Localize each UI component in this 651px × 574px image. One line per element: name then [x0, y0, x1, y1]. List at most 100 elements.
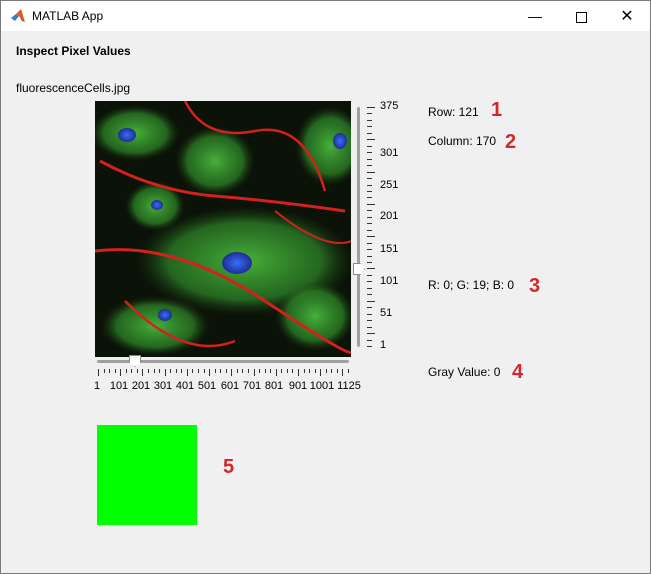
column-slider-minor-tick	[131, 369, 132, 373]
annotation-marker-3: 3	[529, 275, 541, 297]
row-slider-tick-label: 301	[380, 147, 399, 159]
column-slider-minor-tick	[342, 369, 343, 376]
row-slider-minor-tick	[367, 346, 372, 347]
row-slider-thumb[interactable]	[353, 263, 365, 275]
column-slider-minor-tick	[159, 369, 160, 373]
annotation-marker-5: 5	[223, 456, 235, 478]
column-slider-minor-tick	[237, 369, 238, 373]
row-slider-minor-tick	[367, 288, 372, 289]
column-slider-tick-label: 1125	[337, 380, 361, 392]
column-slider-minor-tick	[115, 369, 116, 373]
column-slider-minor-tick	[254, 369, 255, 376]
matlab-logo-icon	[11, 9, 25, 22]
row-slider-tick-label: 251	[380, 179, 399, 191]
row-slider-tick-label: 151	[380, 243, 399, 255]
row-slider-minor-tick	[367, 139, 375, 140]
column-slider-minor-tick	[287, 369, 288, 373]
column-slider-minor-tick	[209, 369, 210, 376]
row-slider-minor-tick	[367, 107, 375, 108]
column-slider-minor-tick	[309, 369, 310, 373]
row-slider-minor-tick	[367, 204, 375, 205]
column-slider-minor-tick	[192, 369, 193, 373]
column-slider-tick-label: 1001	[309, 380, 335, 392]
fluorescence-image[interactable]	[95, 101, 351, 357]
row-slider-minor-tick	[367, 314, 372, 315]
column-slider-minor-tick	[270, 369, 271, 373]
column-slider-minor-tick	[226, 369, 227, 373]
column-slider-minor-tick	[204, 369, 205, 373]
column-slider-minor-tick	[120, 369, 121, 376]
column-readout: Column: 170	[428, 134, 497, 148]
column-slider-tick-label: 701	[242, 380, 262, 392]
column-slider-tick-label: 601	[220, 380, 240, 392]
column-slider-minor-tick	[187, 369, 188, 376]
row-slider-minor-tick	[367, 333, 375, 334]
rgb-readout: R: 0; G: 19; B: 0	[428, 278, 515, 292]
row-slider-track[interactable]	[357, 107, 360, 347]
row-slider-tick-label: 1	[380, 339, 387, 351]
annotation-marker-1: 1	[491, 99, 503, 121]
column-slider-tick-label: 401	[175, 380, 195, 392]
minimize-button[interactable]: —	[512, 1, 558, 31]
column-slider-minor-tick	[281, 369, 282, 373]
column-slider-minor-tick	[170, 369, 171, 373]
row-slider-minor-tick	[367, 146, 372, 147]
image-filename: fluorescenceCells.jpg	[16, 81, 131, 95]
row-slider-minor-tick	[367, 230, 372, 231]
row-slider-minor-tick	[367, 113, 372, 114]
row-slider-tick-label: 51	[380, 307, 393, 319]
column-slider-thumb[interactable]	[129, 355, 141, 367]
column-slider-minor-tick	[259, 369, 260, 373]
column-slider-minor-tick	[126, 369, 127, 373]
page-title: Inspect Pixel Values	[16, 44, 131, 58]
column-slider-minor-tick	[215, 369, 216, 373]
row-slider-minor-tick	[367, 172, 375, 173]
row-slider-minor-tick	[367, 307, 372, 308]
column-slider-minor-tick	[109, 369, 110, 373]
row-slider-minor-tick	[367, 159, 372, 160]
maximize-icon	[575, 11, 587, 23]
column-slider-minor-tick	[298, 369, 299, 376]
close-button[interactable]: ✕	[604, 1, 650, 31]
row-slider-minor-tick	[367, 223, 372, 224]
row-slider-minor-tick	[367, 236, 375, 237]
column-slider-minor-tick	[154, 369, 155, 373]
column-slider-minor-tick	[148, 369, 149, 373]
row-readout: Row: 121	[428, 105, 479, 119]
row-slider-minor-tick	[367, 120, 372, 121]
column-slider-minor-tick	[165, 369, 166, 376]
row-slider-minor-tick	[367, 262, 372, 263]
column-slider-minor-tick	[137, 369, 138, 373]
row-slider-minor-tick	[367, 301, 375, 302]
window-title: MATLAB App	[32, 9, 104, 23]
row-slider-minor-tick	[367, 197, 372, 198]
column-slider-minor-tick	[304, 369, 305, 373]
row-slider-minor-tick	[367, 281, 372, 282]
column-slider-tick-label: 301	[153, 380, 173, 392]
fluorescence-image-graphic	[95, 101, 351, 357]
column-slider-minor-tick	[292, 369, 293, 373]
column-slider-minor-tick	[248, 369, 249, 373]
column-slider-tick-label: 1	[93, 380, 101, 392]
column-slider-minor-tick	[348, 369, 349, 373]
row-slider-tick-label: 375	[380, 100, 399, 112]
column-slider-minor-tick	[104, 369, 105, 373]
row-slider-tick-label: 201	[380, 210, 399, 222]
row-slider-minor-tick	[367, 126, 372, 127]
column-slider-tick-label: 201	[131, 380, 151, 392]
minimize-icon: —	[528, 8, 542, 24]
row-slider-minor-tick	[367, 133, 372, 134]
row-slider-minor-tick	[367, 210, 372, 211]
column-slider-minor-tick	[142, 369, 143, 376]
title-bar: MATLAB App — ✕	[1, 1, 650, 31]
row-slider-minor-tick	[367, 275, 372, 276]
column-slider-minor-tick	[176, 369, 177, 373]
column-slider-minor-tick	[331, 369, 332, 373]
row-slider-minor-tick	[367, 249, 372, 250]
row-slider-minor-tick	[367, 294, 372, 295]
row-slider-minor-tick	[367, 152, 372, 153]
maximize-button[interactable]	[558, 1, 604, 31]
row-slider-minor-tick	[367, 256, 372, 257]
row-slider-minor-tick	[367, 165, 372, 166]
row-slider-tick-label: 101	[380, 275, 399, 287]
